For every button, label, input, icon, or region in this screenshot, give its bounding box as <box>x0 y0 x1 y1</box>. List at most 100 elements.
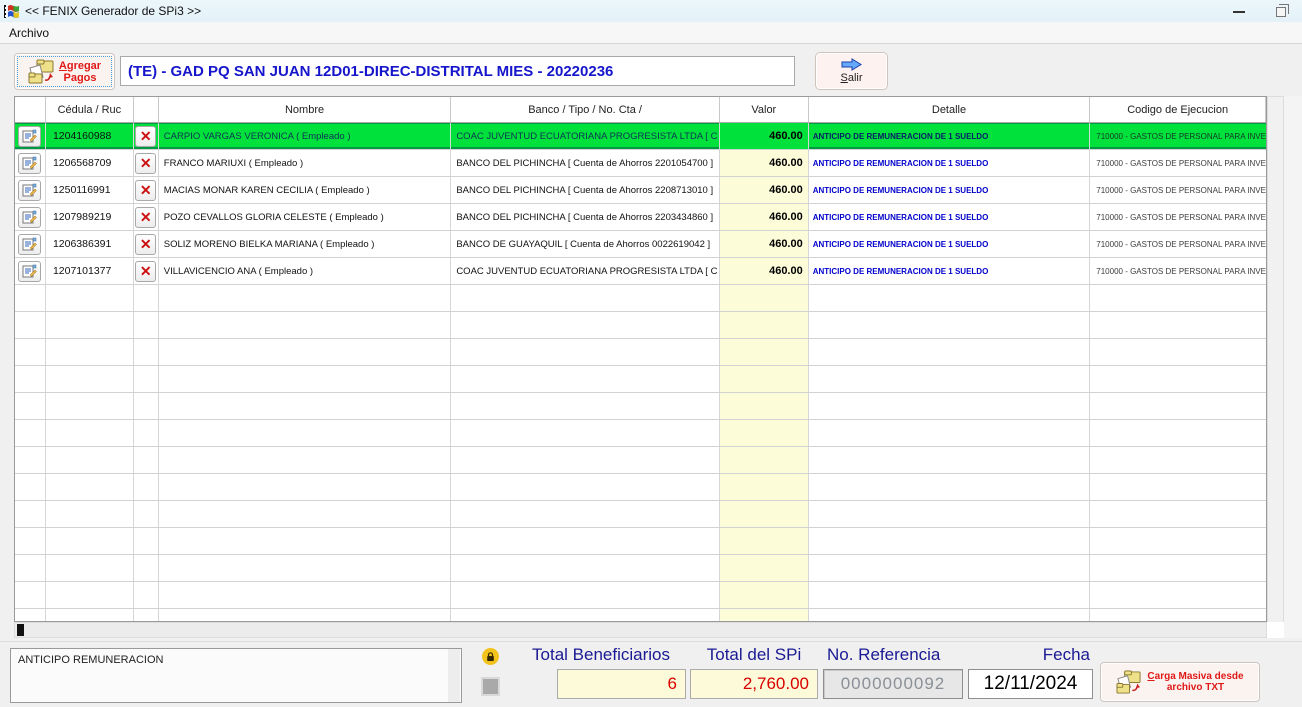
cell-codigo: 710000 - GASTOS DE PERSONAL PARA INVERSI <box>1090 177 1266 203</box>
delete-x-icon: ✕ <box>140 156 152 170</box>
cell-banco: BANCO DEL PICHINCHA [ Cuenta de Ahorros … <box>451 150 720 176</box>
cell-banco: COAC JUVENTUD ECUATORIANA PROGRESISTA LT… <box>451 123 720 149</box>
cell-cedula: 1204160988 <box>46 123 134 149</box>
edit-row-button[interactable] <box>18 207 41 228</box>
header-detalle: Detalle <box>809 97 1091 122</box>
cell-nombre: POZO CEVALLOS GLORIA CELESTE ( Empleado … <box>159 204 452 230</box>
window-title: << FENIX Generador de SPi3 >> <box>25 4 201 18</box>
edit-row-button[interactable] <box>18 234 41 255</box>
restore-icon <box>1276 7 1286 17</box>
edit-row-button[interactable] <box>18 261 41 282</box>
cell-valor: 460.00 <box>720 150 809 176</box>
referencia-value: 0000000092 <box>823 669 963 699</box>
title-bar: << FENIX Generador de SPi3 >> <box>0 0 1302 22</box>
entity-title-field[interactable]: (TE) - GAD PQ SAN JUAN 12D01-DIREC-DISTR… <box>120 56 795 86</box>
empty-table-row <box>15 609 1266 622</box>
delete-x-icon: ✕ <box>140 129 152 143</box>
empty-table-row <box>15 528 1266 555</box>
cell-detalle: ANTICIPO DE REMUNERACION DE 1 SUELDO <box>809 204 1091 230</box>
horizontal-scrollbar-thumb[interactable] <box>17 624 24 636</box>
total-spi-value: 2,760.00 <box>690 669 818 699</box>
total-beneficiarios-label: Total Beneficiarios <box>516 645 686 667</box>
edit-row-button[interactable] <box>18 126 41 147</box>
delete-x-icon: ✕ <box>140 210 152 224</box>
edit-row-button[interactable] <box>18 153 41 174</box>
row-edit-cell <box>15 231 46 257</box>
cell-detalle: ANTICIPO DE REMUNERACION DE 1 SUELDO <box>809 150 1091 176</box>
cell-codigo: 710000 - GASTOS DE PERSONAL PARA INVERSI <box>1090 150 1266 176</box>
cell-cedula: 1206568709 <box>46 150 134 176</box>
minimize-button[interactable] <box>1224 3 1254 20</box>
delete-row-button[interactable]: ✕ <box>135 234 156 255</box>
edit-icon <box>22 237 37 251</box>
salir-label: Salir <box>840 72 862 84</box>
right-margin-strip <box>1284 96 1302 638</box>
table-row[interactable]: 1207101377 ✕ VILLAVICENCIO ANA ( Emplead… <box>15 258 1266 285</box>
edit-icon <box>22 264 37 278</box>
delete-row-button[interactable]: ✕ <box>135 207 156 228</box>
edit-icon <box>22 156 37 170</box>
gray-square-button[interactable] <box>481 677 500 696</box>
edit-row-button[interactable] <box>18 180 41 201</box>
cell-nombre: FRANCO MARIUXI ( Empleado ) <box>159 150 452 176</box>
fecha-label: Fecha <box>968 645 1090 667</box>
table-row[interactable]: 1206568709 ✕ FRANCO MARIUXI ( Empleado )… <box>15 150 1266 177</box>
menu-archivo[interactable]: Archivo <box>0 24 58 42</box>
header-banco: Banco / Tipo / No. Cta / <box>451 97 720 122</box>
total-beneficiarios-value: 6 <box>557 669 686 699</box>
table-row[interactable]: 1250116991 ✕ MACIAS MONAR KAREN CECILIA … <box>15 177 1266 204</box>
referencia-label: No. Referencia <box>827 645 967 667</box>
row-edit-cell <box>15 258 46 284</box>
edit-icon <box>22 210 37 224</box>
row-edit-cell <box>15 204 46 230</box>
header-icon-col <box>15 97 46 122</box>
restore-button[interactable] <box>1266 3 1296 20</box>
nota-scrollbar[interactable] <box>448 649 460 702</box>
cell-cedula: 1207101377 <box>46 258 134 284</box>
payments-table: Cédula / Ruc Nombre Banco / Tipo / No. C… <box>14 96 1267 622</box>
table-header-row: Cédula / Ruc Nombre Banco / Tipo / No. C… <box>15 97 1266 123</box>
delete-row-button[interactable]: ✕ <box>135 180 156 201</box>
table-horizontal-scrollbar[interactable] <box>14 622 1267 638</box>
cell-codigo: 710000 - GASTOS DE PERSONAL PARA INVERSI <box>1090 258 1266 284</box>
salir-button[interactable]: Salir <box>815 52 888 90</box>
carga-masiva-button[interactable]: Carga Masiva desde archivo TXT <box>1100 662 1260 702</box>
lock-icon <box>482 648 499 665</box>
empty-table-row <box>15 339 1266 366</box>
delete-x-icon: ✕ <box>140 237 152 251</box>
cell-cedula: 1207989219 <box>46 204 134 230</box>
cell-valor: 460.00 <box>720 204 809 230</box>
empty-table-row <box>15 447 1266 474</box>
table-row[interactable]: 1207989219 ✕ POZO CEVALLOS GLORIA CELEST… <box>15 204 1266 231</box>
row-delete-cell: ✕ <box>134 150 159 176</box>
row-edit-cell <box>15 150 46 176</box>
delete-row-button[interactable]: ✕ <box>135 126 156 147</box>
table-body: 1204160988 ✕ CARPIO VARGAS VERONICA ( Em… <box>15 123 1266 622</box>
cell-nombre: SOLIZ MORENO BIELKA MARIANA ( Empleado ) <box>159 231 452 257</box>
empty-table-row <box>15 393 1266 420</box>
row-delete-cell: ✕ <box>134 258 159 284</box>
nota-textarea[interactable]: ANTICIPO REMUNERACION <box>10 648 462 703</box>
empty-table-row <box>15 582 1266 609</box>
cell-codigo: 710000 - GASTOS DE PERSONAL PARA INVERSI <box>1090 204 1266 230</box>
agregar-pagos-button[interactable]: Agregar Pagos <box>14 53 115 90</box>
delete-x-icon: ✕ <box>140 183 152 197</box>
table-row[interactable]: 1204160988 ✕ CARPIO VARGAS VERONICA ( Em… <box>15 123 1266 150</box>
delete-row-button[interactable]: ✕ <box>135 261 156 282</box>
fecha-field[interactable]: 12/11/2024 <box>968 669 1093 699</box>
delete-row-button[interactable]: ✕ <box>135 153 156 174</box>
table-row[interactable]: 1206386391 ✕ SOLIZ MORENO BIELKA MARIANA… <box>15 231 1266 258</box>
cell-detalle: ANTICIPO DE REMUNERACION DE 1 SUELDO <box>809 123 1091 149</box>
empty-table-row <box>15 312 1266 339</box>
cell-cedula: 1206386391 <box>46 231 134 257</box>
cell-nombre: MACIAS MONAR KAREN CECILIA ( Empleado ) <box>159 177 452 203</box>
empty-table-row <box>15 555 1266 582</box>
cell-banco: BANCO DEL PICHINCHA [ Cuenta de Ahorros … <box>451 177 720 203</box>
cell-valor: 460.00 <box>720 231 809 257</box>
empty-table-row <box>15 366 1266 393</box>
cell-cedula: 1250116991 <box>46 177 134 203</box>
empty-table-row <box>15 474 1266 501</box>
row-delete-cell: ✕ <box>134 231 159 257</box>
empty-table-row <box>15 420 1266 447</box>
table-vertical-scrollbar[interactable] <box>1267 96 1284 623</box>
